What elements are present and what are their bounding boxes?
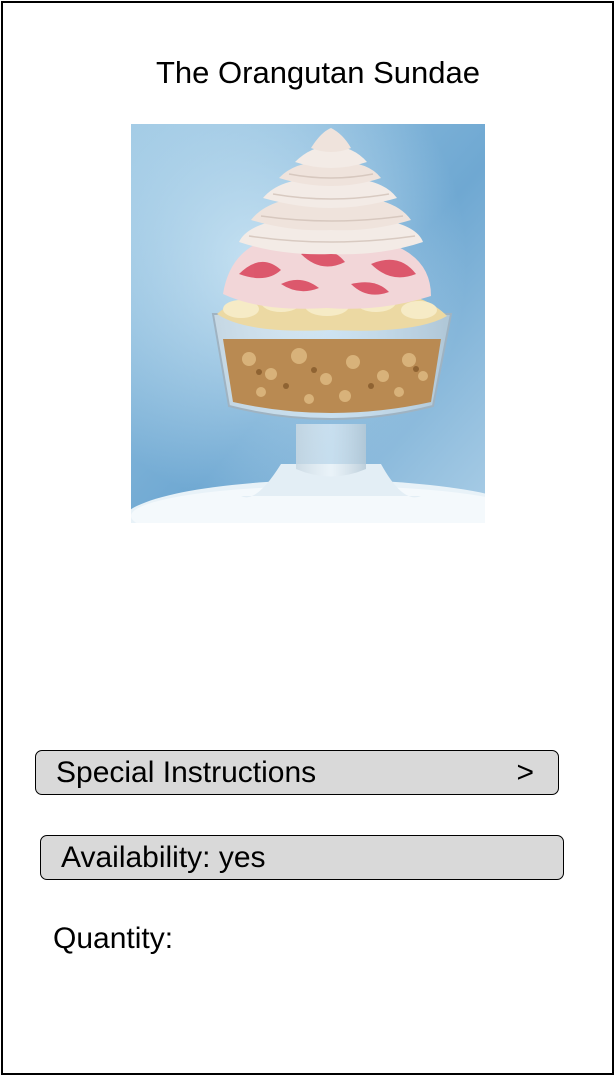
special-instructions-button[interactable]: Special Instructions > — [35, 750, 559, 795]
availability-field: Availability: yes — [40, 835, 564, 880]
product-image — [131, 124, 485, 523]
quantity-label: Quantity: — [53, 922, 174, 955]
special-instructions-label: Special Instructions — [56, 756, 317, 789]
screen-frame: The Orangutan Sundae Special Instruction… — [1, 1, 614, 1075]
chevron-right-icon: > — [516, 756, 534, 789]
page-title: The Orangutan Sundae — [155, 55, 481, 90]
availability-label: Availability: yes — [61, 841, 266, 874]
